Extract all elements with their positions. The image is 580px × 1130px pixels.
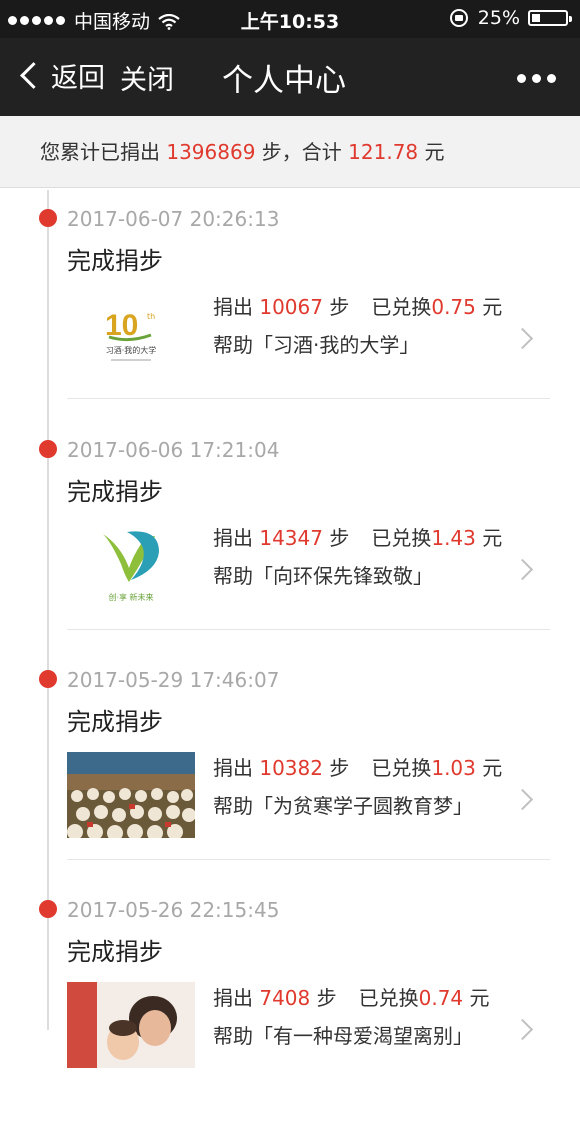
donation-record[interactable]: 2017-05-29 17:46:07 完成捐步 捐出 10382 步已兑换1.… xyxy=(0,668,580,900)
battery-percent: 25% xyxy=(477,7,520,29)
timeline-dot xyxy=(39,440,57,458)
record-steps: 7408 xyxy=(259,986,311,1010)
record-title: 完成捐步 xyxy=(67,938,163,966)
record-steps: 10067 xyxy=(259,295,323,319)
total-steps: 1396869 xyxy=(166,140,256,164)
divider xyxy=(67,859,550,860)
more-menu-icon[interactable] xyxy=(517,74,556,83)
record-project: 帮助「向环保先锋致敬」 xyxy=(213,564,433,588)
thumb-caption: 习酒·我的大学 xyxy=(106,345,157,355)
orientation-lock-icon xyxy=(449,9,468,27)
chevron-right-icon[interactable] xyxy=(511,788,534,811)
navigation-bar: 返回 关闭 个人中心 xyxy=(0,38,580,116)
donation-record[interactable]: 2017-05-26 22:15:45 完成捐步 捐出 7408 步已兑换0.7… xyxy=(0,898,580,1130)
summary-middle: 步，合计 xyxy=(261,140,342,164)
total-amount: 121.78 xyxy=(348,140,419,164)
back-button[interactable]: 返回 xyxy=(18,56,105,95)
record-timestamp: 2017-05-26 22:15:45 xyxy=(67,898,280,922)
record-timestamp: 2017-06-06 17:21:04 xyxy=(67,438,280,462)
page-title: 个人中心 xyxy=(222,63,346,99)
timeline-dot xyxy=(39,209,57,227)
thumb-caption: 创·享 新未来 xyxy=(108,592,153,602)
record-summary: 捐出 10382 步已兑换1.03 元 xyxy=(213,756,503,780)
project-thumbnail: 创·享 新未来 xyxy=(67,522,195,608)
divider xyxy=(67,629,550,630)
status-bar: 中国移动 上午10:53 25% xyxy=(0,0,580,38)
donation-record[interactable]: 2017-06-07 20:26:13 完成捐步 10 th 习酒·我的大学 捐… xyxy=(0,207,580,439)
close-button[interactable]: 关闭 xyxy=(120,58,174,97)
timeline-dot xyxy=(39,900,57,918)
record-project: 帮助「习酒·我的大学」 xyxy=(213,333,420,357)
record-steps: 14347 xyxy=(259,526,323,550)
chevron-left-icon xyxy=(20,62,47,89)
record-summary: 捐出 14347 步已兑换1.43 元 xyxy=(213,526,503,550)
record-project: 帮助「有一种母爱渴望离别」 xyxy=(213,1024,473,1048)
back-label: 返回 xyxy=(51,63,105,94)
svg-text:th: th xyxy=(147,312,155,321)
project-thumbnail xyxy=(67,982,195,1068)
record-amount: 0.75 xyxy=(431,295,476,319)
record-summary: 捐出 7408 步已兑换0.74 元 xyxy=(213,986,490,1010)
chevron-right-icon[interactable] xyxy=(511,327,534,350)
record-steps: 10382 xyxy=(259,756,323,780)
record-title: 完成捐步 xyxy=(67,478,163,506)
record-amount: 1.03 xyxy=(431,756,476,780)
battery-icon xyxy=(528,10,572,26)
summary-suffix: 元 xyxy=(424,140,445,164)
donation-summary: 您累计已捐出 1396869 步，合计 121.78 元 xyxy=(0,116,580,188)
chevron-right-icon[interactable] xyxy=(511,558,534,581)
project-thumbnail: 10 th 习酒·我的大学 xyxy=(67,291,195,377)
summary-prefix: 您累计已捐出 xyxy=(40,140,160,164)
donation-record[interactable]: 2017-06-06 17:21:04 完成捐步 创·享 新未来 捐出 1434… xyxy=(0,438,580,670)
record-timestamp: 2017-06-07 20:26:13 xyxy=(67,207,280,231)
record-amount: 1.43 xyxy=(431,526,476,550)
divider xyxy=(67,398,550,399)
record-timestamp: 2017-05-29 17:46:07 xyxy=(67,668,280,692)
project-thumbnail xyxy=(67,752,195,838)
record-summary: 捐出 10067 步已兑换0.75 元 xyxy=(213,295,503,319)
record-project: 帮助「为贫寒学子圆教育梦」 xyxy=(213,794,473,818)
record-title: 完成捐步 xyxy=(67,708,163,736)
record-amount: 0.74 xyxy=(418,986,464,1010)
record-title: 完成捐步 xyxy=(67,247,163,275)
timeline-dot xyxy=(39,670,57,688)
